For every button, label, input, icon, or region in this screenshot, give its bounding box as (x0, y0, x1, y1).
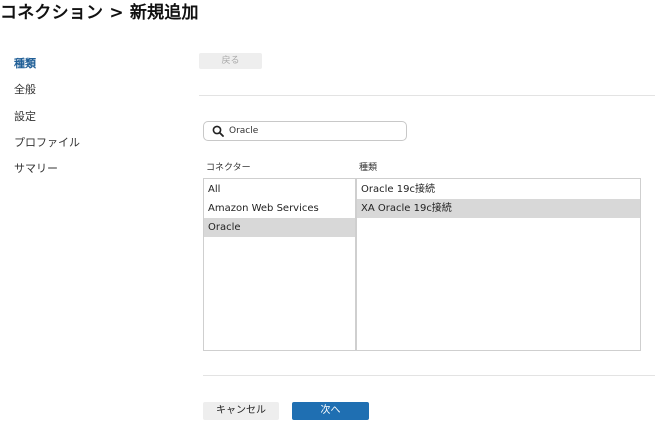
sidebar-item-general[interactable]: 全般 (14, 81, 36, 97)
search-icon (212, 125, 224, 137)
connector-column-label: コネクター (206, 163, 251, 173)
search-input[interactable] (229, 123, 399, 139)
sidebar-item-type[interactable]: 種類 (14, 55, 36, 71)
connector-item-oracle[interactable]: Oracle (204, 218, 355, 237)
bottom-divider (203, 375, 655, 376)
connector-list[interactable]: All Amazon Web Services Oracle (203, 178, 356, 351)
type-item-oracle-19c[interactable]: Oracle 19c接続 (357, 180, 640, 199)
type-list[interactable]: Oracle 19c接続 XA Oracle 19c接続 (356, 178, 641, 351)
cancel-button[interactable]: キャンセル (203, 402, 279, 420)
connector-item-aws[interactable]: Amazon Web Services (204, 199, 355, 218)
sidebar-item-profile[interactable]: プロファイル (14, 134, 80, 150)
new-connection-page: コネクション > 新規追加 種類 全般 設定 プロファイル サマリー 戻る コネ… (0, 0, 655, 425)
next-button[interactable]: 次へ (292, 402, 369, 420)
page-title: コネクション > 新規追加 (0, 3, 199, 23)
connector-item-all[interactable]: All (204, 180, 355, 199)
sidebar-item-summary[interactable]: サマリー (14, 160, 58, 176)
search-box[interactable] (203, 121, 407, 141)
type-item-xa-oracle-19c[interactable]: XA Oracle 19c接続 (357, 199, 640, 218)
back-button[interactable]: 戻る (199, 53, 262, 69)
sidebar-item-settings[interactable]: 設定 (14, 108, 36, 124)
top-divider (199, 95, 655, 96)
type-column-label: 種類 (359, 163, 378, 173)
